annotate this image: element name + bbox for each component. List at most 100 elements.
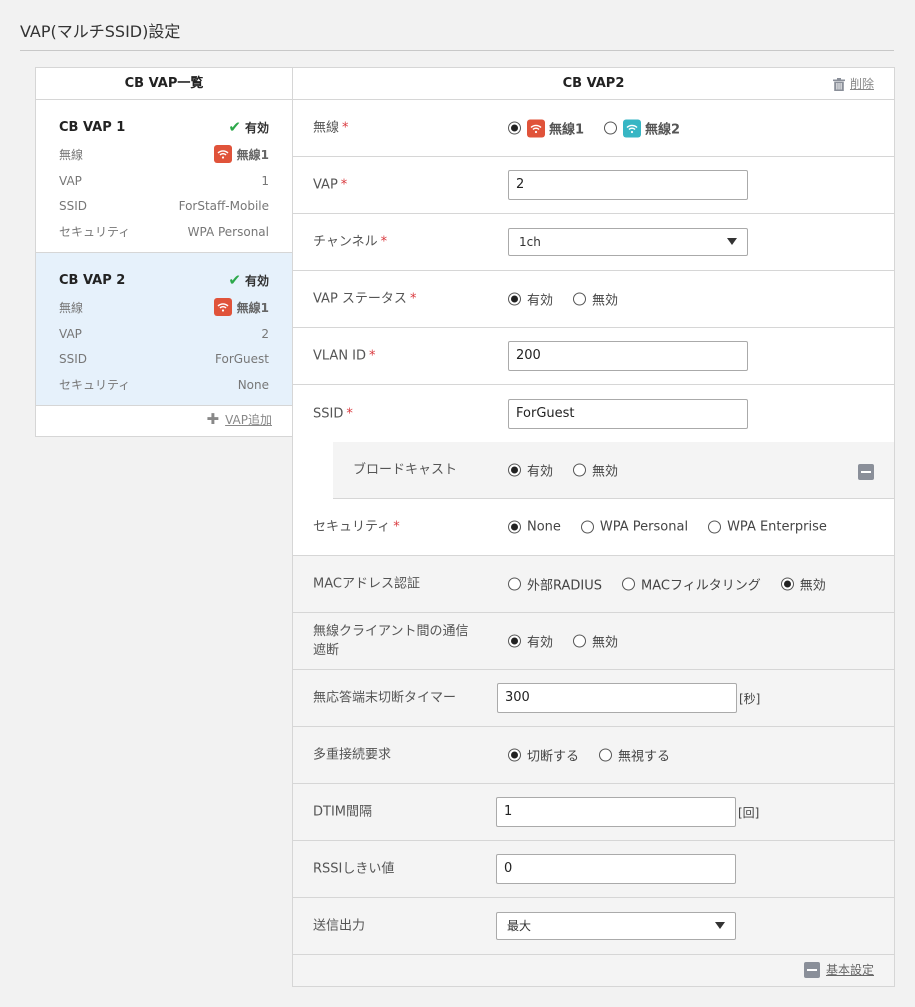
radio-option-label: 無線2 xyxy=(645,122,681,138)
dtim-field-label: DTIM間隔 xyxy=(313,804,373,820)
radio-field-label: 無線 * xyxy=(313,120,349,136)
idle-timer-input[interactable]: 300 xyxy=(497,683,737,713)
check-icon: ✔ xyxy=(228,271,241,289)
radio-button[interactable] xyxy=(508,577,521,591)
vap-card-name: CB VAP 1 xyxy=(59,119,126,135)
radio-button[interactable] xyxy=(708,520,722,534)
radio-option-1[interactable]: 無線1 xyxy=(508,119,584,138)
security-value: None xyxy=(237,377,269,392)
broadcast-row: ブロードキャスト 有効 無効 xyxy=(333,442,894,499)
basic-settings-link[interactable]: 基本設定 xyxy=(803,961,874,978)
multi-conn-disconnect[interactable]: 切断する xyxy=(508,746,579,765)
ssid-label: SSID xyxy=(59,352,88,366)
idle-timer-field-label: 無応答端末切断タイマー xyxy=(313,690,457,706)
detail-footer: 基本設定 xyxy=(293,955,894,986)
option-label: 外部RADIUS xyxy=(527,578,603,594)
radio-button[interactable] xyxy=(508,748,521,762)
chevron-down-icon xyxy=(727,238,737,245)
radio-option-2[interactable]: 無線2 xyxy=(604,119,680,138)
vap-value: 1 xyxy=(261,174,269,188)
vap-input[interactable]: 2 xyxy=(508,170,748,200)
check-icon: ✔ xyxy=(228,118,241,136)
option-label: 無効 xyxy=(592,293,619,309)
radio-button[interactable] xyxy=(508,463,521,477)
tx-power-select[interactable]: 最大 xyxy=(496,912,736,940)
radio-button[interactable] xyxy=(580,520,594,534)
vap-detail-panel: CB VAP2 削除 無線 * 無線1 無線2 VAP * 2 チャンネル * … xyxy=(292,67,895,987)
detail-title: CB VAP2 xyxy=(562,76,625,91)
mac-auth-disabled[interactable]: 無効 xyxy=(780,575,826,594)
option-label: WPA Enterprise xyxy=(727,519,827,535)
radio-value-text: 無線1 xyxy=(236,300,269,315)
channel-value: 1ch xyxy=(519,235,541,249)
vap-row: VAP * 2 xyxy=(293,157,894,214)
radio-button[interactable] xyxy=(573,463,587,477)
add-vap-label: VAP追加 xyxy=(225,412,272,427)
dtim-unit: [回] xyxy=(738,805,760,820)
vap-card-2[interactable]: CB VAP 2 ✔ 有効 無線 無線1 VAP 2 SSID ForGuest… xyxy=(36,253,292,406)
radio-button[interactable] xyxy=(508,121,521,135)
radio-select-group: 無線1 無線2 xyxy=(508,119,700,138)
vap-status-disable[interactable]: 無効 xyxy=(573,290,618,309)
vap-label: VAP xyxy=(59,174,82,188)
page-title: VAP(マルチSSID)設定 xyxy=(20,22,181,41)
radio-button[interactable] xyxy=(508,292,521,306)
vlan-row: VLAN ID * 200 xyxy=(293,328,894,385)
wifi-icon xyxy=(213,298,232,316)
tx-power-field-label: 送信出力 xyxy=(313,918,366,934)
vap-card-name: CB VAP 2 xyxy=(59,272,126,288)
security-none[interactable]: None xyxy=(508,520,561,535)
vap-status-enable[interactable]: 有効 xyxy=(508,290,553,309)
mac-auth-filtering[interactable]: MACフィルタリング xyxy=(622,575,761,594)
radio-button[interactable] xyxy=(573,292,587,306)
ssid-input[interactable]: ForGuest xyxy=(508,398,748,429)
isolation-disable[interactable]: 無効 xyxy=(573,632,618,651)
chevron-down-icon xyxy=(715,922,725,929)
status-text: 有効 xyxy=(244,273,269,288)
radio-button[interactable] xyxy=(508,520,521,534)
security-wpa-personal[interactable]: WPA Personal xyxy=(580,520,688,535)
radio-button[interactable] xyxy=(573,634,587,648)
option-label: 無効 xyxy=(592,635,619,651)
vap-status-row: VAP ステータス * 有効 無効 xyxy=(293,271,894,328)
collapse-icon xyxy=(803,961,820,978)
vlan-input[interactable]: 200 xyxy=(508,341,748,371)
security-wpa-enterprise[interactable]: WPA Enterprise xyxy=(708,520,827,535)
radio-label: 無線 xyxy=(59,300,84,315)
broadcast-disable[interactable]: 無効 xyxy=(573,461,618,480)
option-label: 有効 xyxy=(527,464,554,480)
plus-icon: ✚ xyxy=(206,410,220,428)
wifi-icon xyxy=(527,119,545,137)
mac-auth-radius[interactable]: 外部RADIUS xyxy=(508,575,602,594)
channel-select[interactable]: 1ch xyxy=(508,228,748,256)
radio-value-text: 無線1 xyxy=(236,147,269,162)
broadcast-enable[interactable]: 有効 xyxy=(508,461,553,480)
radio-button[interactable] xyxy=(599,748,613,762)
isolation-enable[interactable]: 有効 xyxy=(508,632,553,651)
client-isolation-row: 無線クライアント間の通信 遮断 有効 無効 xyxy=(293,613,894,670)
option-label: 切断する xyxy=(527,749,580,765)
radio-button[interactable] xyxy=(508,634,521,648)
wifi-icon xyxy=(623,119,642,137)
option-label: 無効 xyxy=(592,464,619,480)
tx-power-value: 最大 xyxy=(507,919,532,933)
title-divider xyxy=(20,50,894,51)
radio-label: 無線 xyxy=(59,147,84,162)
rssi-input[interactable]: 0 xyxy=(496,854,736,884)
vlan-field-label: VLAN ID * xyxy=(313,348,376,364)
detail-header: CB VAP2 削除 xyxy=(293,68,894,100)
option-label: 無視する xyxy=(618,749,671,765)
multi-conn-ignore[interactable]: 無視する xyxy=(599,746,670,765)
radio-button[interactable] xyxy=(622,577,636,591)
trash-icon xyxy=(832,77,845,91)
option-label: 有効 xyxy=(527,635,554,651)
option-label: None xyxy=(527,519,561,535)
idle-timer-row: 無応答端末切断タイマー 300 [秒] xyxy=(293,670,894,727)
collapse-icon[interactable] xyxy=(858,464,874,480)
radio-button[interactable] xyxy=(780,577,794,591)
delete-button[interactable]: 削除 xyxy=(832,68,874,100)
vap-card-1[interactable]: CB VAP 1 ✔ 有効 無線 無線1 VAP 1 SSID ForStaff… xyxy=(36,100,292,253)
add-vap-link[interactable]: ✚ VAP追加 xyxy=(207,410,272,428)
radio-button[interactable] xyxy=(604,121,618,135)
dtim-input[interactable]: 1 xyxy=(496,797,736,827)
